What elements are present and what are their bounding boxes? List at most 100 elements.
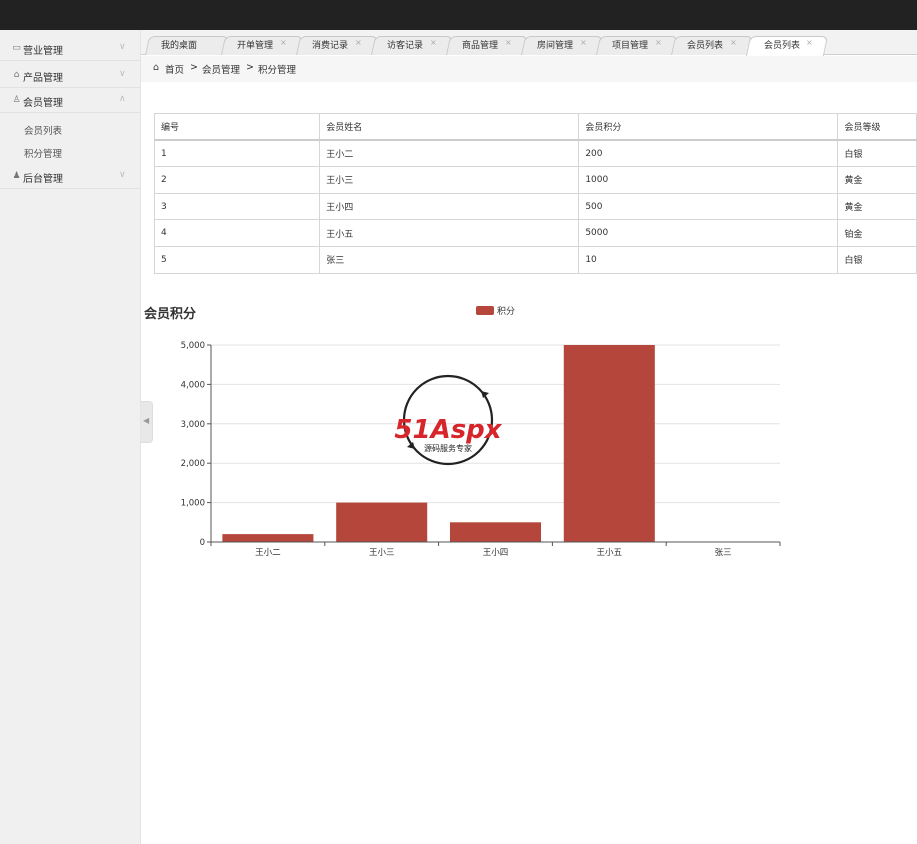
computer-icon: ▭ [12, 43, 21, 53]
sidebar-subitem-label: 积分管理 [24, 149, 63, 160]
y-tick-label: 0 [200, 538, 205, 548]
close-icon[interactable]: × [430, 38, 437, 47]
y-tick-label: 5,000 [181, 341, 205, 351]
bar[interactable] [222, 534, 314, 542]
chevron-down-icon: ∨ [119, 170, 126, 180]
member-points-table: 编号 会员姓名 会员积分 会员等级 1 王小二 200 白银 2 王小三 100… [154, 113, 917, 275]
x-tick-label: 王小二 [255, 547, 281, 558]
sidebar-subitem-member-list[interactable]: 会员列表 [0, 118, 141, 140]
y-tick-label: 2,000 [181, 459, 205, 469]
breadcrumb: ⌂ 首页 > 会员管理 > 积分管理 [141, 56, 917, 82]
tab-label: 项目管理 [612, 41, 649, 51]
sidebar-item-label: 营业管理 [23, 46, 63, 57]
cell-id: 2 [154, 166, 321, 194]
breadcrumb-home[interactable]: 首页 [165, 62, 184, 76]
sidebar: ▭ 营业管理 ∨ ⌂ 产品管理 ∨ ♙ 会员管理 ∧ 会员列表 积分管理 ♟ 后… [0, 30, 141, 844]
tab-label: 我的桌面 [161, 41, 198, 51]
cell-name: 王小五 [319, 219, 580, 247]
tab-label: 消费记录 [312, 41, 349, 51]
cell-name: 张三 [319, 245, 580, 274]
close-icon[interactable]: × [280, 38, 287, 47]
cell-id: 4 [154, 219, 321, 247]
cell-level: 白银 [837, 245, 917, 274]
table-row: 5 张三 10 白银 [154, 245, 917, 274]
sidebar-subitem-label: 会员列表 [24, 126, 63, 137]
cell-level: 黄金 [837, 166, 917, 194]
bar[interactable] [449, 522, 542, 542]
x-tick-label: 张三 [715, 548, 732, 558]
chevron-down-icon: ∨ [119, 69, 126, 79]
cell-id: 3 [154, 192, 321, 221]
sidebar-item-label: 会员管理 [23, 98, 63, 109]
tab-label: 访客记录 [387, 41, 424, 51]
points-bar-chart: 积分 0 1,000 2,000 3,000 4,000 5,000 王小二 王小三 王小四 王小… [181, 305, 781, 558]
bag-icon: ⌂ [13, 70, 20, 80]
y-tick-label: 3,000 [181, 420, 205, 430]
cell-id: 5 [154, 245, 321, 274]
cell-points: 1000 [578, 166, 839, 194]
cell-points: 500 [578, 192, 839, 221]
tab-bar: 我的桌面 开单管理 × 消费记录 × 访客记录 × 商品管理 × 房间管理 × … [141, 30, 917, 56]
close-icon[interactable]: × [730, 38, 737, 47]
sidebar-item-business[interactable]: ▭ 营业管理 ∨ [0, 36, 141, 61]
tab-label: 开单管理 [237, 41, 274, 51]
table-header-row: 编号 会员姓名 会员积分 会员等级 [154, 113, 917, 142]
close-icon[interactable]: × [806, 38, 813, 47]
watermark-logo: 51Aspx 源码服务专家 [394, 374, 503, 466]
bar[interactable] [336, 502, 428, 542]
breadcrumb-members[interactable]: 会员管理 [202, 62, 240, 76]
legend-label: 积分 [497, 305, 515, 317]
close-icon[interactable]: × [355, 38, 362, 47]
close-icon[interactable]: × [655, 38, 662, 47]
column-header-id: 编号 [154, 113, 321, 142]
cell-name: 王小四 [319, 192, 580, 221]
sidebar-item-admin[interactable]: ♟ 后台管理 ∨ [0, 164, 141, 189]
y-tick-label: 1,000 [181, 499, 205, 509]
user-icon: ♟ [12, 171, 21, 181]
sidebar-item-members[interactable]: ♙ 会员管理 ∧ [0, 88, 141, 113]
legend-swatch [476, 306, 494, 315]
tab-label: 会员列表 [764, 41, 801, 51]
cell-points: 200 [578, 139, 839, 168]
x-tick-label: 王小五 [597, 547, 623, 558]
column-header-points: 会员积分 [578, 113, 839, 142]
column-header-level: 会员等级 [837, 113, 917, 142]
tab-label: 商品管理 [462, 41, 499, 51]
cell-level: 黄金 [837, 192, 917, 221]
chevron-up-icon: ∧ [119, 94, 126, 104]
cell-points: 5000 [578, 219, 839, 247]
x-tick-label: 王小四 [483, 547, 509, 558]
top-header-bar [0, 0, 917, 30]
user-outline-icon: ♙ [12, 95, 21, 105]
close-icon[interactable]: × [580, 38, 587, 47]
watermark-brand: 51Aspx [394, 415, 502, 445]
cell-level: 铂金 [837, 219, 917, 247]
cell-points: 10 [578, 245, 839, 274]
chart-legend[interactable]: 积分 [476, 305, 515, 317]
sidebar-item-label: 后台管理 [23, 174, 63, 185]
chevron-down-icon: ∨ [119, 42, 126, 52]
home-icon: ⌂ [153, 62, 160, 73]
cell-level: 白银 [837, 139, 917, 168]
table-row: 2 王小三 1000 黄金 [154, 166, 917, 194]
breadcrumb-separator: > [246, 62, 254, 73]
sidebar-item-label: 产品管理 [23, 73, 63, 84]
table-row: 4 王小五 5000 铂金 [154, 219, 917, 247]
watermark-tagline: 源码服务专家 [424, 443, 472, 453]
close-icon[interactable]: × [505, 38, 512, 47]
tab-label: 房间管理 [537, 41, 574, 51]
table-row: 1 王小二 200 白银 [154, 139, 917, 168]
x-tick-label: 王小三 [369, 547, 395, 558]
column-header-name: 会员姓名 [319, 113, 580, 142]
tab-label: 会员列表 [687, 41, 724, 51]
y-tick-label: 4,000 [181, 380, 205, 390]
cell-name: 王小三 [319, 166, 580, 194]
sidebar-subitem-points[interactable]: 积分管理 [0, 141, 141, 163]
breadcrumb-separator: > [190, 62, 198, 73]
cell-id: 1 [154, 139, 321, 168]
breadcrumb-points: 积分管理 [258, 65, 297, 76]
cell-name: 王小二 [319, 139, 580, 168]
table-row: 3 王小四 500 黄金 [154, 192, 917, 221]
bar[interactable] [563, 345, 655, 542]
sidebar-item-products[interactable]: ⌂ 产品管理 ∨ [0, 63, 141, 88]
